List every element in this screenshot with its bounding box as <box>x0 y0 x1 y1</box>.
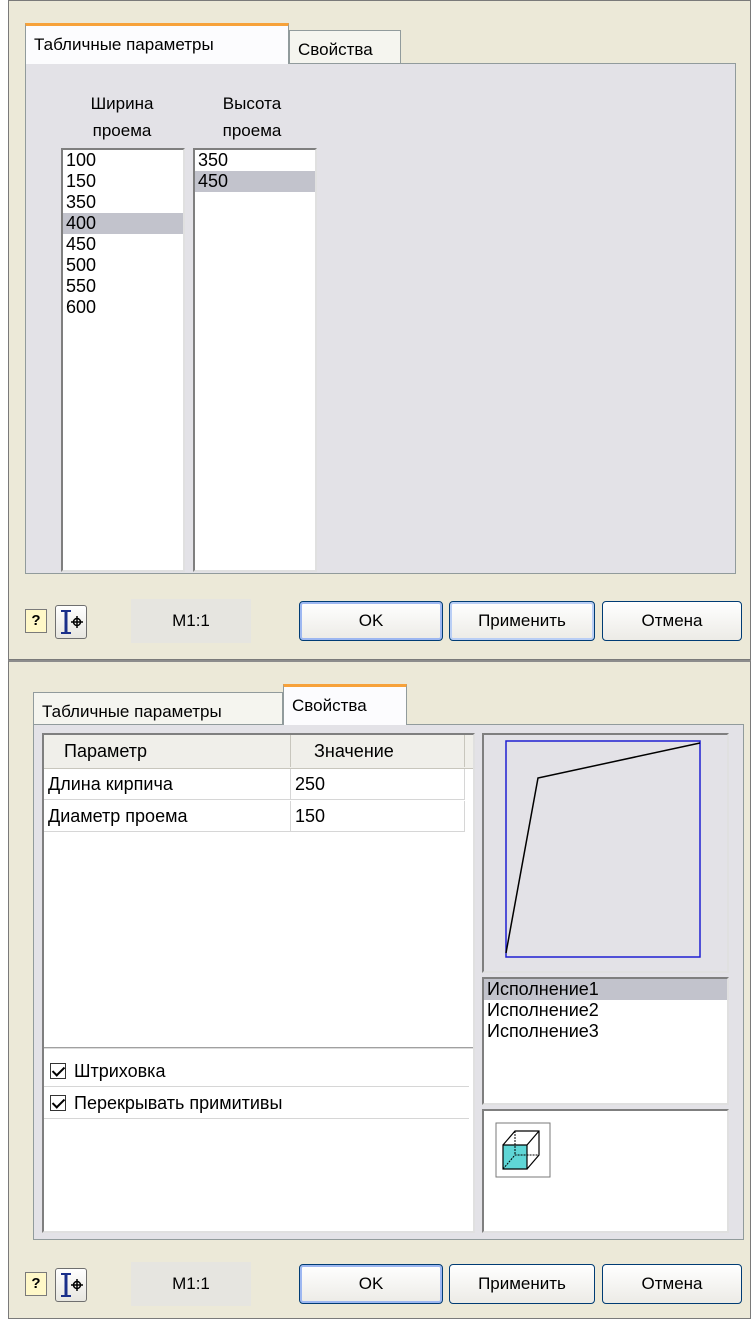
column-header-width: Ширина проема <box>62 90 182 144</box>
question-icon[interactable]: ? <box>25 1272 47 1296</box>
list-item[interactable]: 350 <box>63 192 183 213</box>
ortho-snap-icon[interactable] <box>55 605 87 639</box>
cancel-button[interactable]: Отмена <box>602 601 742 641</box>
scale-label: М1:1 <box>131 599 251 643</box>
list-item[interactable]: 100 <box>63 150 183 171</box>
tab-table-params[interactable]: Табличные параметры <box>33 692 283 728</box>
tab-table-params[interactable]: Табличные параметры <box>25 23 289 64</box>
splitter[interactable] <box>44 1047 473 1050</box>
view-3d-pane <box>482 1109 729 1233</box>
variant-list[interactable]: Исполнение1 Исполнение2 Исполнение3 <box>482 977 729 1105</box>
question-icon[interactable]: ? <box>25 609 47 633</box>
list-item[interactable]: 500 <box>63 255 183 276</box>
header-param: Параметр <box>64 741 148 761</box>
list-item[interactable]: 550 <box>63 276 183 297</box>
ortho-snap-icon <box>61 610 83 634</box>
ortho-snap-icon <box>61 1273 83 1297</box>
tab-label: Табличные параметры <box>34 35 214 54</box>
preview-frame <box>505 740 701 958</box>
column-header-line: Высота <box>222 94 282 113</box>
dialog-properties: Табличные параметры Свойства Параметр Зн… <box>8 660 751 1319</box>
list-item[interactable]: 400 <box>63 213 183 234</box>
ok-button[interactable]: OK <box>299 601 443 641</box>
column-divider <box>290 735 291 767</box>
ok-button[interactable]: OK <box>299 1264 443 1304</box>
table-cell-value[interactable]: 250 <box>291 769 465 800</box>
list-item[interactable]: 600 <box>63 297 183 318</box>
table-cell-value[interactable]: 150 <box>291 801 465 832</box>
cube-icon <box>495 1122 551 1178</box>
width-list[interactable]: 100 150 350 400 450 500 550 600 <box>61 148 185 572</box>
list-item[interactable]: 150 <box>63 171 183 192</box>
table-cell-param: Длина кирпича <box>44 769 291 800</box>
dialog-table-params: Табличные параметры Свойства Ширина прое… <box>8 0 751 660</box>
list-item[interactable]: Исполнение3 <box>484 1021 727 1042</box>
preview-outline <box>505 742 701 954</box>
header-value: Значение <box>314 741 394 761</box>
preview-drawing <box>505 740 701 958</box>
checkbox-row[interactable]: Перекрывать примитивы <box>44 1087 469 1119</box>
tab-properties[interactable]: Свойства <box>289 30 401 66</box>
height-list[interactable]: 350 450 <box>193 148 317 572</box>
column-header-line: проема <box>222 121 282 140</box>
tab-properties[interactable]: Свойства <box>283 684 407 725</box>
list-item[interactable]: 450 <box>63 234 183 255</box>
cancel-button[interactable]: Отмена <box>602 1264 742 1304</box>
tab-page: Ширина проема Высота проема 100 150 350 400… <box>25 63 736 574</box>
ortho-snap-icon[interactable] <box>55 1268 87 1302</box>
column-header-line: проема <box>92 121 152 140</box>
tab-label: Табличные параметры <box>42 702 222 721</box>
table-cell-param: Диаметр проема <box>44 801 291 832</box>
cube-front-face <box>502 1144 528 1170</box>
column-header-height: Высота проема <box>192 90 312 144</box>
tab-page: Параметр Значение Длина кирпича 250 Диамет… <box>33 724 744 1240</box>
column-divider <box>464 735 465 767</box>
checkbox-label: Перекрывать примитивы <box>74 1093 283 1113</box>
checkbox[interactable] <box>50 1095 66 1111</box>
checkbox-label: Штриховка <box>74 1061 166 1081</box>
scale-label: М1:1 <box>131 1262 251 1306</box>
tab-label: Свойства <box>298 40 373 59</box>
grid-header: Параметр Значение <box>44 735 473 769</box>
checkbox[interactable] <box>50 1063 66 1079</box>
list-item[interactable]: Исполнение2 <box>484 1000 727 1021</box>
list-item[interactable]: 350 <box>195 150 315 171</box>
column-header-line: Ширина <box>90 94 154 113</box>
tab-label: Свойства <box>292 696 367 715</box>
preview-pane <box>482 733 729 973</box>
apply-button[interactable]: Применить <box>449 601 595 641</box>
list-item[interactable]: Исполнение1 <box>484 979 727 1000</box>
parameter-grid: Параметр Значение Длина кирпича 250 Диамет… <box>42 733 475 1233</box>
checkbox-row[interactable]: Штриховка <box>44 1055 469 1087</box>
list-item[interactable]: 450 <box>195 171 315 192</box>
apply-button[interactable]: Применить <box>449 1264 595 1304</box>
